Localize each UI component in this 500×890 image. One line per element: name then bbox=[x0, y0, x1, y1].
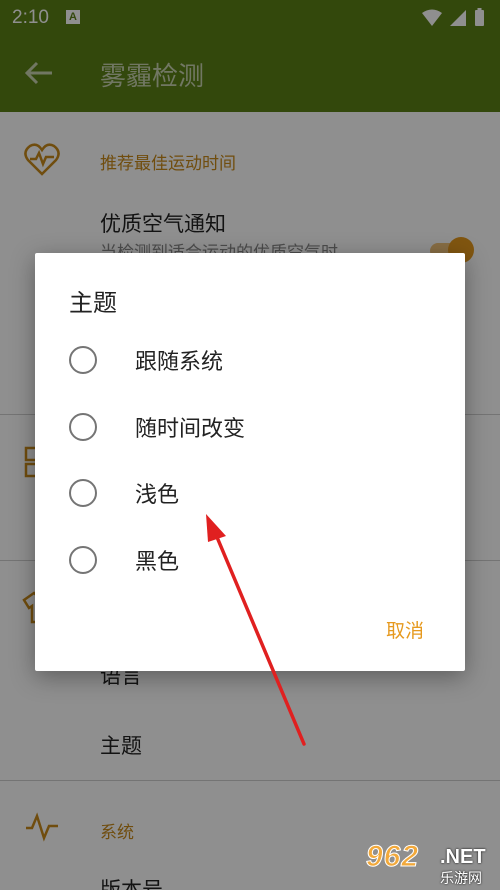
radio-button[interactable] bbox=[69, 413, 97, 441]
watermark-main: 962 bbox=[365, 840, 420, 874]
theme-dialog: 主题 跟随系统 随时间改变 浅色 黑色 取消 bbox=[35, 253, 465, 671]
watermark-net: .NET bbox=[440, 846, 486, 868]
option-label: 随时间改变 bbox=[135, 417, 246, 442]
radio-button[interactable] bbox=[69, 546, 97, 574]
option-light[interactable]: 浅色 bbox=[35, 464, 465, 522]
option-follow-system[interactable]: 跟随系统 bbox=[35, 331, 465, 389]
radio-button[interactable] bbox=[69, 346, 97, 374]
option-label: 跟随系统 bbox=[135, 350, 224, 375]
option-change-with-time[interactable]: 随时间改变 bbox=[35, 398, 465, 456]
watermark-sub: 乐游网 bbox=[440, 871, 482, 887]
option-dark[interactable]: 黑色 bbox=[35, 531, 465, 589]
dialog-title: 主题 bbox=[69, 289, 117, 317]
radio-button[interactable] bbox=[69, 479, 97, 507]
option-label: 黑色 bbox=[135, 550, 180, 575]
watermark-logo: 962 .NET 乐游网 bbox=[365, 840, 496, 888]
option-label: 浅色 bbox=[135, 483, 180, 508]
cancel-button[interactable]: 取消 bbox=[365, 613, 445, 649]
